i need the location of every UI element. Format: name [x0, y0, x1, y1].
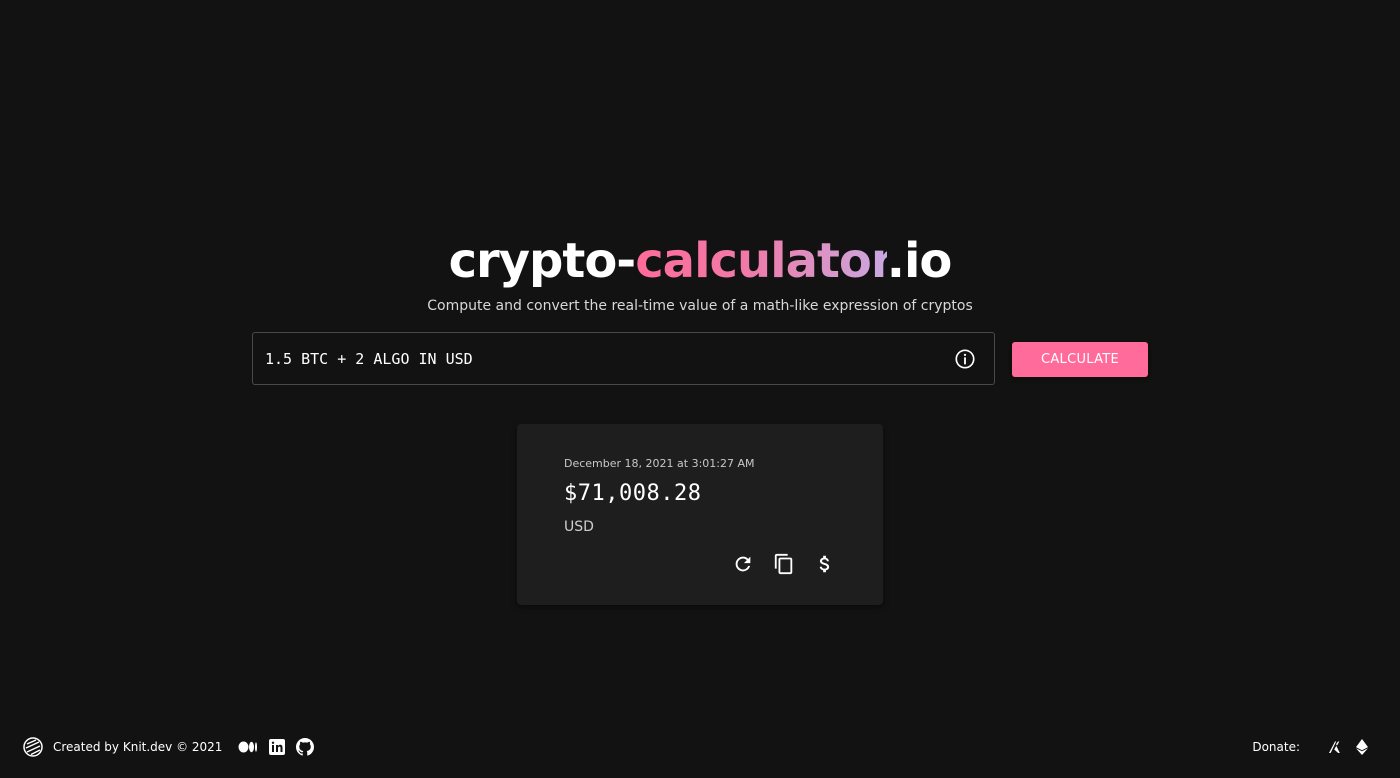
page-title: crypto-calculator.io [0, 226, 1400, 296]
credit-text: Created by Knit.dev © 2021 [53, 740, 223, 754]
page: crypto-calculator.io Compute and convert… [0, 0, 1400, 778]
donate-label: Donate: [1252, 740, 1300, 754]
knit-logo-icon[interactable] [23, 737, 43, 757]
result-currency: USD [564, 519, 594, 535]
linkedin-link[interactable] [269, 739, 286, 755]
github-icon [296, 738, 315, 756]
info-circle-icon[interactable] [954, 348, 976, 370]
calculate-button[interactable]: CALCULATE [1012, 342, 1148, 377]
refresh-button[interactable] [731, 552, 755, 576]
title-suffix: .io [886, 233, 953, 289]
dollar-icon [819, 555, 830, 573]
medium-icon [238, 741, 258, 753]
result-amount: $71,008.28 [564, 481, 702, 506]
footer-credits: Created by Knit.dev © 2021 [23, 736, 325, 758]
currency-button[interactable] [813, 552, 837, 576]
result-timestamp: December 18, 2021 at 3:01:27 AM [564, 457, 755, 470]
result-card: December 18, 2021 at 3:01:27 AM $71,008.… [517, 424, 883, 605]
donate-algorand[interactable] [1328, 740, 1342, 754]
ethereum-icon [1356, 739, 1368, 755]
medium-link[interactable] [238, 740, 258, 754]
donate-ethereum[interactable] [1356, 739, 1368, 755]
title-highlight: calculator [635, 233, 888, 289]
expression-input[interactable] [265, 333, 935, 384]
algorand-icon [1329, 741, 1340, 753]
copy-button[interactable] [772, 552, 796, 576]
title-prefix: crypto- [448, 233, 637, 289]
refresh-icon [735, 556, 751, 572]
copy-icon [774, 553, 793, 575]
github-link[interactable] [296, 738, 315, 756]
expression-field [252, 332, 995, 385]
linkedin-icon [269, 739, 286, 755]
result-actions [731, 552, 837, 576]
footer-donate: Donate: [1252, 736, 1368, 758]
page-subtitle: Compute and convert the real-time value … [427, 298, 973, 314]
